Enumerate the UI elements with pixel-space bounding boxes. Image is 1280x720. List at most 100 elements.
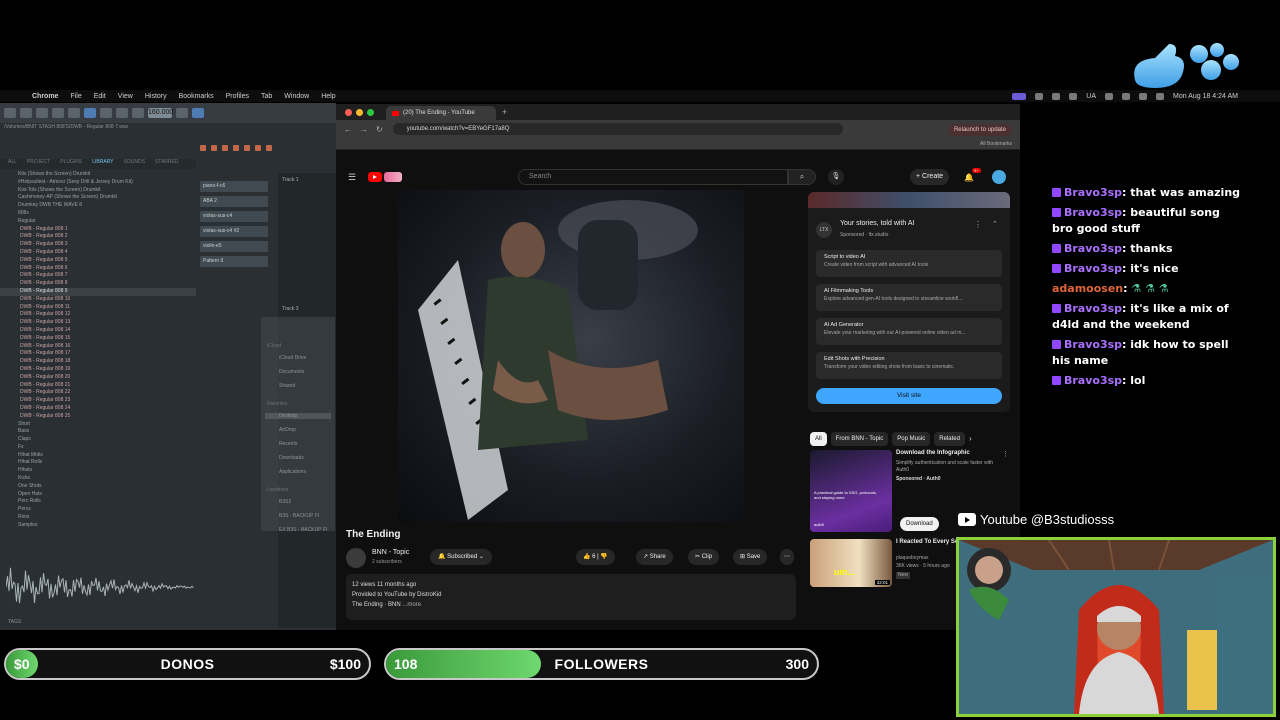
fl-browser-tab-starred[interactable]: STARRED — [155, 159, 179, 169]
relaunch-button[interactable]: Relaunch to update — [947, 124, 1012, 136]
fl-tempo-display[interactable]: 160.000 — [148, 108, 173, 118]
search-icon[interactable] — [1139, 92, 1147, 100]
browser-folder[interactable]: Percs — [0, 506, 196, 514]
browser-file[interactable]: DWB - Regular 808 7 — [0, 272, 196, 280]
channel-button[interactable]: piano-f-c6 — [200, 181, 268, 192]
browser-file[interactable]: DWB - Regular 808 9 — [0, 287, 196, 296]
status-icon[interactable] — [1052, 92, 1061, 100]
browser-folder[interactable]: Open Hats — [0, 491, 196, 499]
browser-folder[interactable]: Bass — [0, 428, 196, 436]
brush-icon[interactable] — [211, 145, 217, 151]
browser-folder[interactable]: Hihat Rolls — [0, 459, 196, 467]
status-icon[interactable] — [1069, 92, 1078, 100]
save-button[interactable]: ⊞ Save — [733, 549, 768, 565]
browser-file[interactable]: DWB - Regular 808 25 — [0, 413, 196, 421]
more-vert-icon[interactable]: ⋮ — [1002, 450, 1009, 458]
finder-sidebar-item[interactable]: B3S - BACKUP FI — [279, 513, 319, 519]
browser-file[interactable]: DWB - Regular 808 17 — [0, 350, 196, 358]
browser-folder[interactable]: #Helpsuilest - Atmosr (Sexy Drill & Jers… — [0, 179, 196, 187]
browser-folder[interactable]: Kicks — [0, 475, 196, 483]
browser-folder[interactable]: Perc Rolls — [0, 498, 196, 506]
status-icon[interactable] — [1035, 92, 1044, 100]
screen-record-icon[interactable] — [1012, 92, 1027, 100]
track-label[interactable]: Track 3 — [282, 306, 298, 312]
menubar-clock[interactable]: Mon Aug 18 4:24 AM — [1173, 93, 1238, 100]
fl-tool-button[interactable] — [20, 108, 32, 118]
browser-folder[interactable]: Samples — [0, 522, 196, 530]
notifications-icon[interactable]: 🔔 — [964, 173, 974, 182]
waveform-preview[interactable] — [6, 565, 194, 609]
visit-site-button[interactable]: Visit site — [816, 388, 1002, 404]
create-button[interactable]: + Create — [910, 169, 950, 185]
browser-file[interactable]: DWB - Regular 808 13 — [0, 319, 196, 327]
browser-folder[interactable]: Drumkey DWB THE WAVE 8 — [0, 202, 196, 210]
description-box[interactable]: 12 views 11 months ago Provided to YouTu… — [346, 574, 796, 620]
browser-file[interactable]: DWB - Regular 808 1 — [0, 226, 196, 234]
browser-folder[interactable]: Kisi-Tols (Shows the Screen) Drumkit — [0, 187, 196, 195]
menu-profiles[interactable]: Profiles — [226, 93, 249, 100]
subscribed-button[interactable]: 🔔 Subscribed ⌄ — [430, 549, 492, 565]
wifi-icon[interactable] — [1122, 92, 1130, 100]
pencil-icon[interactable] — [200, 145, 206, 151]
fl-browser-tab-library[interactable]: LIBRARY — [92, 159, 113, 169]
fl-browser-tab-project[interactable]: PROJECT — [27, 159, 50, 169]
fl-tool-button[interactable] — [176, 108, 188, 118]
menu-view[interactable]: View — [118, 93, 133, 100]
fl-tool-button[interactable] — [68, 108, 80, 118]
browser-folder[interactable]: One Shots — [0, 483, 196, 491]
finder-sidebar-item[interactable]: iCloud Drive — [279, 355, 306, 361]
channel-button[interactable]: Pattern 9 — [200, 256, 268, 267]
finder-sidebar-item[interactable]: Downloads — [279, 455, 304, 461]
browser-file[interactable]: DWB - Regular 808 12 — [0, 311, 196, 319]
zoom-window-icon[interactable] — [367, 108, 374, 116]
avatar[interactable] — [992, 170, 1006, 184]
new-tab-icon[interactable]: + — [502, 107, 507, 117]
delete-icon[interactable] — [222, 145, 228, 151]
minimize-window-icon[interactable] — [356, 108, 363, 116]
like-button[interactable]: 👍 6 | 👎 — [576, 549, 615, 565]
youtube-logo-icon[interactable] — [368, 172, 383, 182]
control-center-icon[interactable] — [1156, 92, 1164, 100]
browser-file[interactable]: DWB - Regular 808 2 — [0, 233, 196, 241]
menu-icon[interactable]: ☰ — [348, 172, 356, 183]
fl-browser-tab-sounds[interactable]: SOUNDS — [124, 159, 145, 169]
menu-file[interactable]: File — [70, 93, 81, 100]
channel-button[interactable]: violas-sus-c4 #2 — [200, 226, 268, 237]
browser-folder[interactable]: Fx — [0, 444, 196, 452]
browser-folder[interactable]: Kits (Shows the Screen) Drumkit — [0, 171, 196, 179]
ad-sitelink[interactable]: Edit Shots with Precision Transform your… — [816, 352, 1002, 379]
browser-folder[interactable]: Hihat Midis — [0, 452, 196, 460]
browser-folder[interactable]: Regular — [0, 218, 196, 226]
thumbs-down-icon[interactable]: 👎 — [600, 554, 607, 560]
back-icon[interactable]: ← — [344, 125, 352, 134]
browser-folder[interactable]: Short — [0, 421, 196, 429]
browser-file[interactable]: DWB - Regular 808 11 — [0, 304, 196, 312]
video-thumbnail[interactable]: A practical guide to SSO, protocols, and… — [810, 450, 892, 532]
fl-pattern-mode-button[interactable] — [84, 108, 96, 118]
browser-file[interactable]: DWB - Regular 808 5 — [0, 257, 196, 265]
close-window-icon[interactable] — [345, 108, 352, 116]
channel-button[interactable]: ABA 2 — [200, 196, 268, 207]
channel-button[interactable]: violas-sus-c4 — [200, 211, 268, 222]
ad-sitelink[interactable]: AI Ad Generator Elevate your marketing w… — [816, 318, 1002, 345]
clip-button[interactable]: ✂ Clip — [688, 549, 720, 565]
video-player[interactable] — [398, 190, 744, 522]
browser-file[interactable]: DWB - Regular 808 20 — [0, 374, 196, 382]
ad-sitelink[interactable]: Script to video AI Create video from scr… — [816, 250, 1002, 277]
browser-folder[interactable]: 808s — [0, 210, 196, 218]
address-bar[interactable]: youtube.com/watch?v=EBYeGF17a8Q — [392, 123, 843, 135]
finder-sidebar-item[interactable]: AirDrop — [279, 427, 296, 433]
youtube-doodle-logo[interactable] — [384, 172, 403, 182]
browser-folder[interactable]: Cashmoney-AP (Shows the Screen) Drumkit — [0, 194, 196, 202]
browser-file[interactable]: DWB - Regular 808 21 — [0, 382, 196, 390]
browser-file[interactable]: DWB - Regular 808 18 — [0, 358, 196, 366]
more-actions-icon[interactable]: ⋯ — [780, 549, 794, 565]
video-thumbnail[interactable]: um... 32:01 — [810, 539, 892, 587]
advertiser-logo[interactable]: LTX — [816, 222, 832, 238]
fl-tool-button[interactable] — [192, 108, 204, 118]
chevron-right-icon[interactable]: › — [969, 432, 972, 446]
record-icon[interactable] — [132, 108, 144, 118]
search-input[interactable]: Search — [518, 169, 788, 185]
share-button[interactable]: ↗ Share — [636, 549, 673, 565]
forward-icon[interactable]: → — [360, 125, 368, 134]
